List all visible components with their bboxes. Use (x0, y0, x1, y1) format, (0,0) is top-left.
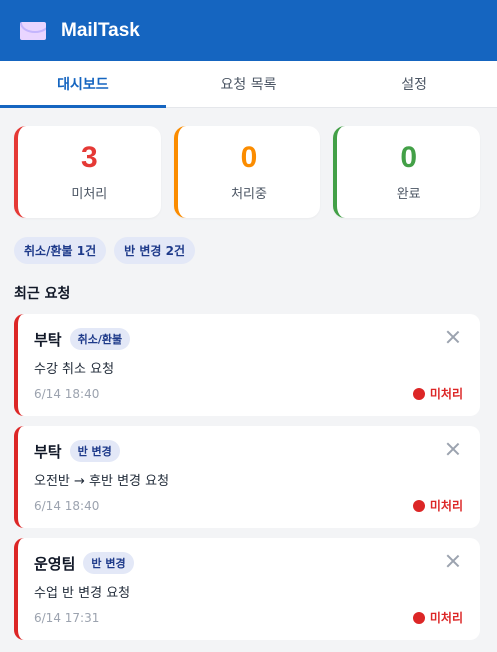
status-badge: 미처리 (412, 497, 463, 514)
request-category-badge: 취소/환불 (69, 328, 131, 350)
chip-cancel-refund[interactable]: 취소/환불 1건 (14, 237, 107, 264)
app-title: MailTask (61, 19, 140, 41)
request-sender: 부탁 (34, 442, 62, 461)
recent-requests-title: 최근 요청 (14, 286, 71, 302)
stat-label: 미처리 (71, 186, 108, 202)
stat-card-completed[interactable]: 0 완료 (333, 126, 481, 218)
request-card[interactable]: 부탁 반 변경 오전반 → 후반 변경 요청 6/14 18:40 미처리 (14, 426, 480, 528)
request-time: 6/14 17:31 (34, 610, 100, 625)
status-label: 미처리 (429, 611, 463, 625)
request-card[interactable]: 부탁 취소/환불 수강 취소 요청 6/14 18:40 미처리 (14, 314, 480, 416)
request-subject: 오전반 → 후반 변경 요청 (34, 474, 170, 489)
request-sender: 운영팀 (34, 554, 76, 573)
tab-dashboard[interactable]: 대시보드 (0, 61, 166, 108)
status-badge: 미처리 (412, 609, 463, 626)
envelope-icon (20, 21, 46, 40)
app-header: MailTask (0, 0, 497, 61)
stat-card-unprocessed[interactable]: 3 미처리 (14, 126, 161, 218)
main-tabs: 대시보드 요청 목록 설정 (0, 61, 497, 108)
request-subject: 수업 반 변경 요청 (34, 586, 131, 601)
request-card[interactable]: 운영팀 반 변경 수업 반 변경 요청 6/14 17:31 미처리 (14, 538, 480, 640)
stat-value: 0 (400, 140, 418, 174)
stat-value: 0 (240, 140, 258, 174)
close-icon[interactable] (446, 442, 460, 456)
status-dot-icon (412, 387, 425, 400)
tab-settings[interactable]: 설정 (331, 61, 497, 107)
chip-class-change[interactable]: 반 변경 2건 (114, 237, 195, 264)
close-icon[interactable] (446, 554, 460, 568)
request-category-badge: 반 변경 (83, 552, 134, 574)
status-dot-icon (412, 611, 425, 624)
stat-label: 처리중 (231, 186, 267, 202)
stat-label: 완료 (396, 186, 421, 202)
request-subject: 수강 취소 요청 (34, 362, 115, 377)
dashboard-content: 3 미처리 0 처리중 0 완료 취소/환불 1건 반 변경 2건 최근 요청 … (0, 108, 497, 640)
tab-request-list[interactable]: 요청 목록 (166, 61, 332, 107)
status-badge: 미처리 (412, 385, 463, 402)
status-dot-icon (412, 499, 425, 512)
status-label: 미처리 (429, 499, 463, 513)
request-sender: 부탁 (34, 330, 62, 349)
stat-value: 3 (80, 140, 98, 174)
request-time: 6/14 18:40 (34, 386, 100, 401)
close-icon[interactable] (446, 330, 460, 344)
request-time: 6/14 18:40 (34, 498, 100, 513)
stat-card-in-progress[interactable]: 0 처리중 (173, 126, 321, 218)
stats-row: 3 미처리 0 처리중 0 완료 (14, 126, 481, 218)
request-category-badge: 반 변경 (69, 440, 120, 462)
category-chips: 취소/환불 1건 반 변경 2건 (14, 237, 480, 264)
status-label: 미처리 (429, 387, 463, 401)
